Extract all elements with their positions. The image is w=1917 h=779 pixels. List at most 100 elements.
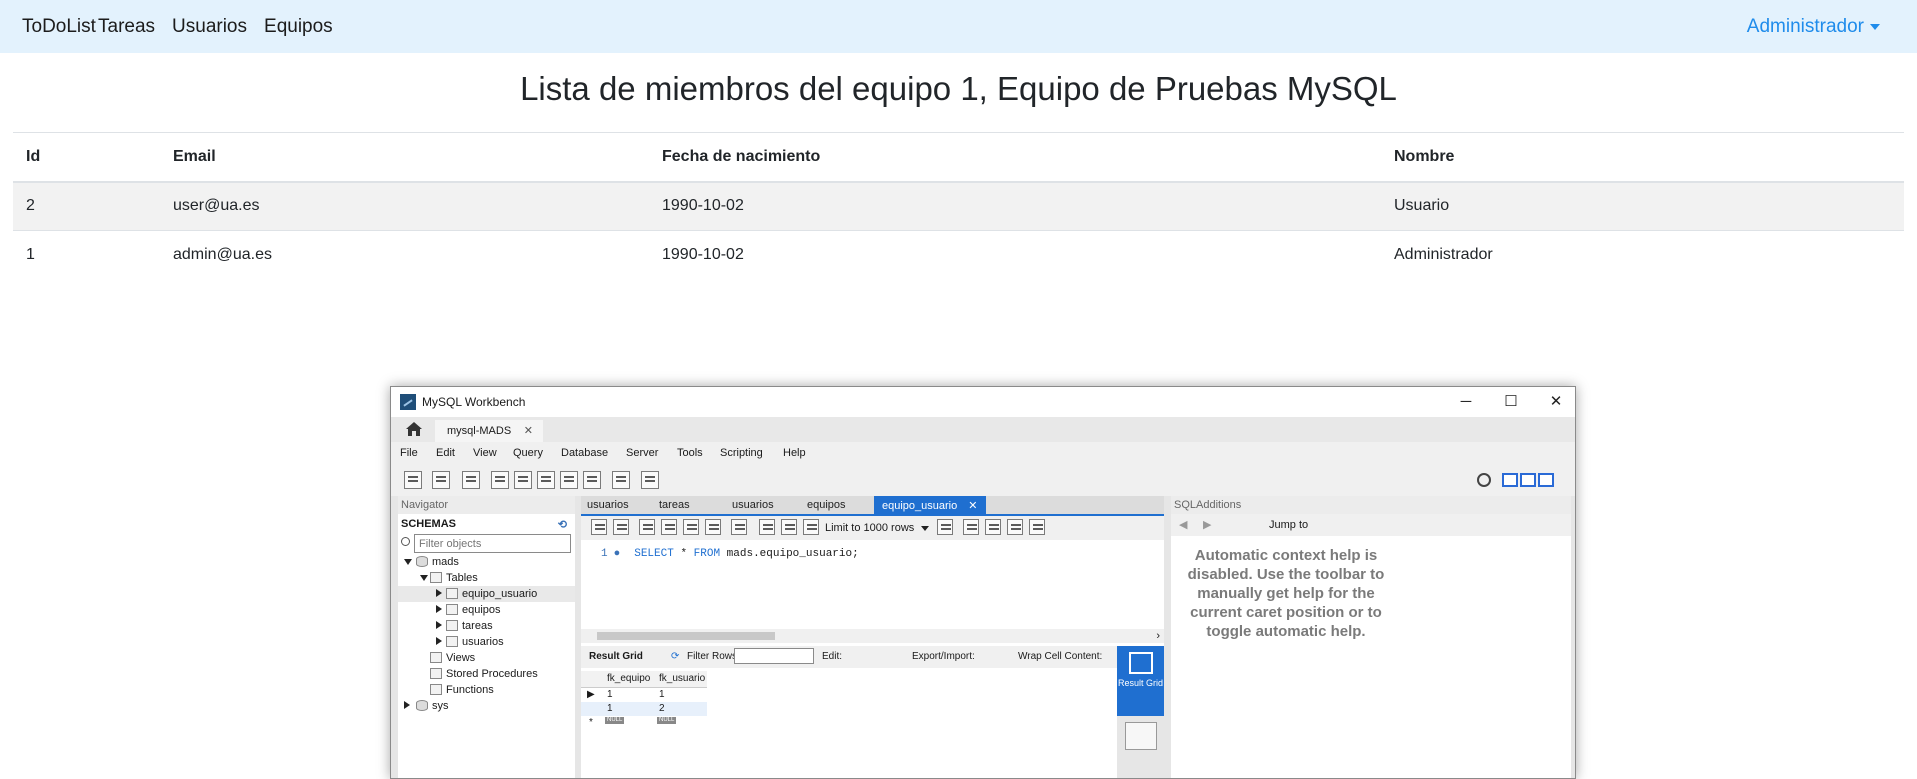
toggle-output-icon[interactable] (1520, 473, 1536, 487)
menu-help[interactable]: Help (783, 447, 806, 459)
tree-node-sys[interactable]: sys (398, 698, 575, 714)
nav-link-equipos[interactable]: Equipos (264, 16, 333, 38)
tree-node-equipos[interactable]: equipos (398, 602, 575, 618)
create-table-icon[interactable] (514, 471, 532, 489)
result-grid-view-button[interactable]: Result Grid (1117, 646, 1164, 716)
refresh-icon[interactable]: ⟳ (671, 651, 679, 662)
grid-row[interactable]: ▶ 1 1 (581, 688, 707, 702)
col-header-fk-equipo[interactable]: fk_equipo (607, 673, 650, 684)
beautify-icon[interactable] (963, 519, 979, 535)
search-table-data-icon[interactable] (612, 471, 630, 489)
new-sql-tab-icon[interactable] (404, 471, 422, 489)
stop-icon[interactable] (705, 519, 721, 535)
cell-fk-equipo[interactable]: 1 (607, 689, 613, 700)
menu-edit[interactable]: Edit (436, 447, 455, 459)
tree-node-functions[interactable]: Functions (398, 682, 575, 698)
execute-icon[interactable] (639, 519, 655, 535)
edit-label: Edit: (822, 651, 843, 662)
horizontal-scrollbar[interactable]: › (581, 629, 1164, 643)
nav-link-tareas[interactable]: Tareas (98, 16, 155, 38)
tree-node-mads[interactable]: mads (398, 554, 575, 570)
wrap-lines-icon[interactable] (1029, 519, 1045, 535)
save-icon[interactable] (613, 519, 629, 535)
collapse-arrow-icon[interactable] (436, 621, 442, 629)
inspector-icon[interactable] (462, 471, 480, 489)
cell-fk-usuario[interactable]: 2 (659, 703, 665, 714)
tree-node-tables[interactable]: Tables (398, 570, 575, 586)
menu-file[interactable]: File (400, 447, 418, 459)
menu-database[interactable]: Database (561, 447, 608, 459)
tree-node-label: sys (432, 700, 449, 712)
open-file-icon[interactable] (591, 519, 607, 535)
scrollbar-thumb[interactable] (597, 632, 775, 640)
cell-fk-equipo[interactable]: 1 (607, 703, 613, 714)
back-icon[interactable]: ◀ (1179, 518, 1187, 531)
create-function-icon[interactable] (583, 471, 601, 489)
tree-node-views[interactable]: Views (398, 650, 575, 666)
create-procedure-icon[interactable] (560, 471, 578, 489)
refresh-icon[interactable]: ⟲ (558, 518, 567, 531)
menu-tools[interactable]: Tools (677, 447, 703, 459)
open-sql-script-icon[interactable] (432, 471, 450, 489)
maximize-button[interactable]: ☐ (1491, 391, 1531, 413)
user-dropdown[interactable]: Administrador (1747, 16, 1880, 38)
expand-arrow-icon[interactable] (404, 559, 412, 565)
code-editor[interactable]: 1 ● SELECT * FROM mads.equipo_usuario; (581, 540, 1164, 630)
tree-node-stored-procedures[interactable]: Stored Procedures (398, 666, 575, 682)
close-tab-icon[interactable]: ✕ (968, 500, 977, 512)
invisible-chars-icon[interactable] (1007, 519, 1023, 535)
brand-link[interactable]: ToDoList (22, 16, 96, 38)
collapse-arrow-icon[interactable] (436, 637, 442, 645)
execute-current-icon[interactable] (661, 519, 677, 535)
create-view-icon[interactable] (537, 471, 555, 489)
menu-scripting[interactable]: Scripting (720, 447, 763, 459)
explain-icon[interactable] (683, 519, 699, 535)
filter-objects-input[interactable] (414, 534, 571, 553)
cell-fk-usuario[interactable]: 1 (659, 689, 665, 700)
commit-icon[interactable] (759, 519, 775, 535)
grid-row[interactable]: 1 2 (581, 702, 707, 716)
expand-arrow-icon[interactable] (420, 575, 428, 581)
collapse-arrow-icon[interactable] (436, 605, 442, 613)
autocommit-icon[interactable] (803, 519, 819, 535)
collapse-arrow-icon[interactable] (436, 589, 442, 597)
grid-new-row[interactable]: * NULL NULL (581, 716, 707, 730)
tree-node-equipo-usuario[interactable]: equipo_usuario (398, 586, 575, 602)
collapse-arrow-icon[interactable] (404, 701, 410, 709)
tree-node-usuarios[interactable]: usuarios (398, 634, 575, 650)
menu-query[interactable]: Query (513, 447, 543, 459)
tree-node-tareas[interactable]: tareas (398, 618, 575, 634)
forward-icon[interactable]: ▶ (1203, 518, 1211, 531)
menu-server[interactable]: Server (626, 447, 658, 459)
editor-tab-equipo-usuario[interactable]: equipo_usuario ✕ (874, 496, 986, 514)
close-button[interactable]: ✕ (1536, 391, 1575, 413)
toggle-secondary-sidebar-icon[interactable] (1538, 473, 1554, 487)
rollback-icon[interactable] (781, 519, 797, 535)
toggle-error-icon[interactable] (731, 519, 747, 535)
navigator-panel: Navigator SCHEMAS ⟲ mads Tables (398, 496, 575, 778)
home-icon[interactable] (405, 421, 423, 437)
close-tab-icon[interactable]: ✕ (524, 424, 533, 437)
nav-link-usuarios[interactable]: Usuarios (172, 16, 247, 38)
filter-rows-input[interactable] (734, 648, 814, 664)
col-header-id: Id (13, 132, 160, 183)
editor-tab-tareas[interactable]: tareas (659, 499, 690, 511)
chevron-right-icon[interactable]: › (1156, 630, 1160, 642)
jump-to-label[interactable]: Jump to (1269, 519, 1308, 531)
toggle-sidebar-icon[interactable] (1502, 473, 1518, 487)
connection-tab[interactable]: mysql-MADS ✕ (435, 420, 543, 442)
create-schema-icon[interactable] (491, 471, 509, 489)
col-header-fk-usuario[interactable]: fk_usuario (659, 673, 705, 684)
editor-tab-equipos[interactable]: equipos (807, 499, 846, 511)
find-icon[interactable] (985, 519, 1001, 535)
editor-tab-usuarios-2[interactable]: usuarios (732, 499, 774, 511)
limit-rows-select[interactable]: Limit to 1000 rows (825, 522, 929, 534)
editor-tab-usuarios[interactable]: usuarios (587, 499, 629, 511)
window-titlebar[interactable]: MySQL Workbench ─ ☐ ✕ (391, 387, 1575, 417)
reconnect-icon[interactable] (641, 471, 659, 489)
settings-gear-icon[interactable] (1477, 473, 1491, 487)
add-snippet-icon[interactable] (937, 519, 953, 535)
menu-view[interactable]: View (473, 447, 497, 459)
form-editor-button[interactable] (1125, 722, 1157, 750)
minimize-button[interactable]: ─ (1446, 391, 1486, 413)
